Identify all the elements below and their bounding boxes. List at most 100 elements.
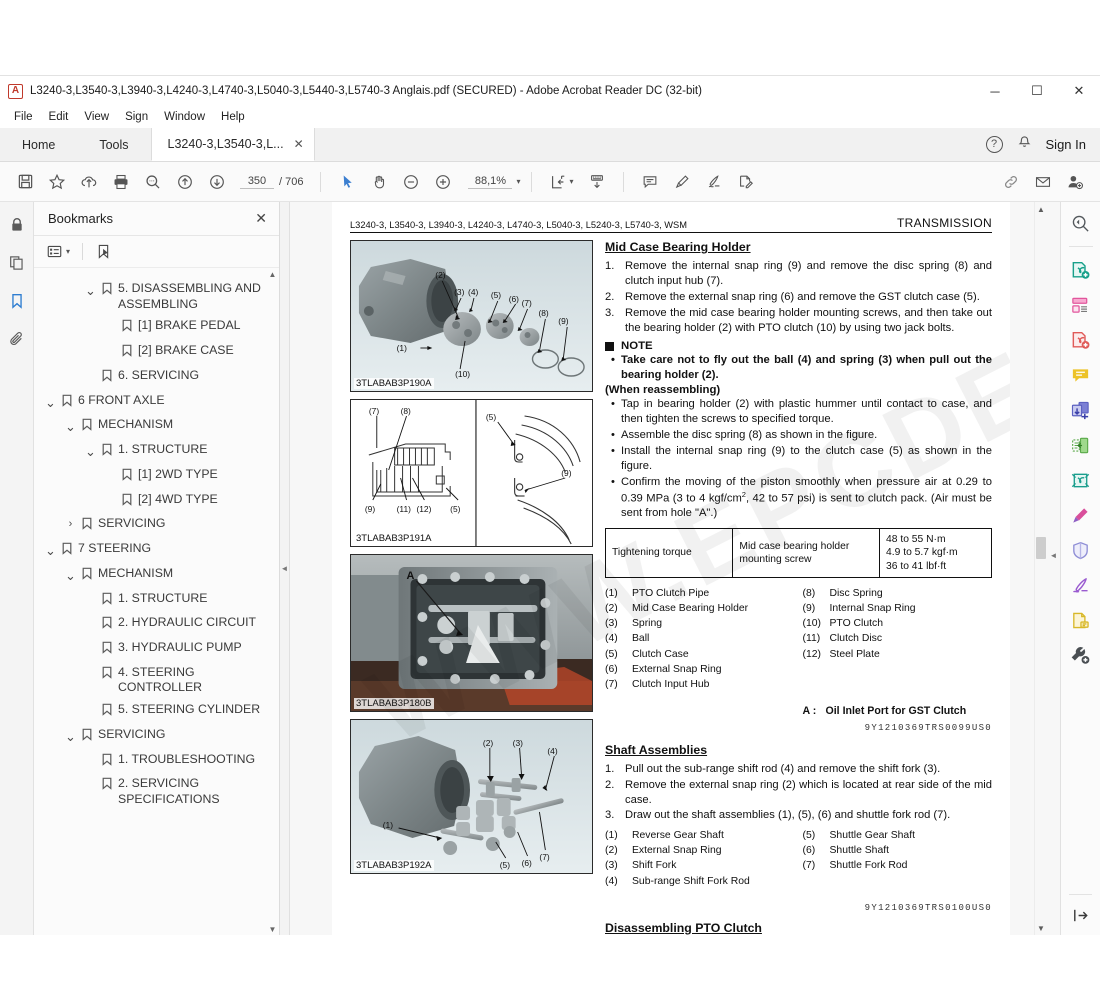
scroll-up-icon[interactable]: ▲ — [1035, 202, 1047, 216]
bookmark-item[interactable]: [2] 4WD TYPE — [34, 489, 279, 514]
page-number-input[interactable]: 350 — [240, 175, 274, 189]
scroll-mode-icon[interactable] — [582, 167, 612, 197]
new-bookmark-icon[interactable] — [95, 243, 112, 260]
chevron-down-icon[interactable]: ⌄ — [84, 442, 97, 458]
compress-pdf-icon[interactable] — [1068, 432, 1094, 458]
bookmark-item[interactable]: [1] 2WD TYPE — [34, 464, 279, 489]
zoom-in-icon[interactable] — [428, 167, 458, 197]
scroll-down-icon[interactable]: ▼ — [267, 923, 278, 935]
comment-tool-icon[interactable] — [1068, 362, 1094, 388]
document-scrollbar[interactable]: ▲ ▼ — [1034, 202, 1047, 935]
maximize-button[interactable]: ☐ — [1016, 76, 1058, 106]
bell-icon[interactable] — [1017, 135, 1032, 155]
minimize-button[interactable]: ─ — [974, 76, 1016, 106]
tab-home[interactable]: Home — [0, 128, 78, 161]
print-icon[interactable] — [106, 167, 136, 197]
bookmark-item[interactable]: 1. TROUBLESHOOTING — [34, 749, 279, 774]
bookmarks-tree[interactable]: ⌄ 5. DISASSEMBLING AND ASSEMBLING [1] BRAK… — [34, 268, 279, 935]
search-icon[interactable] — [138, 167, 168, 197]
chevron-down-icon[interactable]: ⌄ — [64, 417, 77, 433]
chevron-right-icon[interactable]: › — [64, 516, 77, 530]
menu-help[interactable]: Help — [213, 109, 253, 125]
security-lock-icon[interactable] — [6, 214, 28, 236]
prepare-form-icon[interactable] — [1068, 607, 1094, 633]
tab-document[interactable]: L3240-3,L3540-3,L... ✕ — [150, 128, 315, 161]
bookmark-item[interactable]: [2] BRAKE CASE — [34, 340, 279, 365]
zoom-out-icon[interactable] — [396, 167, 426, 197]
document-viewport[interactable]: WWW.EPCDEPO.COM L3240-3, L3540-3, L3940-… — [290, 202, 1060, 935]
chevron-down-icon[interactable]: ▾ — [516, 177, 520, 186]
sign-pen-icon[interactable] — [699, 167, 729, 197]
zoom-control[interactable]: 88,1% ▾ — [468, 175, 520, 189]
create-pdf-icon[interactable] — [1068, 257, 1094, 283]
close-button[interactable]: ✕ — [1058, 76, 1100, 106]
previous-page-icon[interactable] — [170, 167, 200, 197]
attachments-icon[interactable] — [6, 328, 28, 350]
bookmark-item[interactable]: ⌄ 1. STRUCTURE — [34, 439, 279, 464]
star-icon[interactable] — [42, 167, 72, 197]
search-text-icon[interactable] — [1068, 210, 1094, 236]
menu-window[interactable]: Window — [156, 109, 213, 125]
help-icon[interactable]: ? — [985, 136, 1003, 153]
bookmark-item[interactable]: ⌄ MECHANISM — [34, 414, 279, 439]
bookmark-item[interactable]: ⌄ SERVICING — [34, 724, 279, 749]
page-thumbnails-icon[interactable] — [6, 252, 28, 274]
zoom-level-value[interactable]: 88,1% — [468, 175, 513, 189]
chevron-down-icon[interactable]: ⌄ — [64, 727, 77, 743]
menu-edit[interactable]: Edit — [41, 109, 77, 125]
fit-page-chevron-icon[interactable]: ▾ — [569, 177, 573, 186]
more-tools-icon[interactable] — [1068, 642, 1094, 668]
panel-splitter[interactable]: ◄ — [280, 202, 290, 935]
hand-tool-icon[interactable] — [364, 167, 394, 197]
bookmark-item[interactable]: 4. STEERING CONTROLLER — [34, 662, 279, 699]
organize-pages-icon[interactable] — [1068, 397, 1094, 423]
right-panel-collapse-icon[interactable]: ◄ — [1047, 547, 1060, 563]
redact-pdf-icon[interactable] — [1068, 467, 1094, 493]
bookmark-item[interactable]: › SERVICING — [34, 513, 279, 538]
chevron-down-icon[interactable]: ⌄ — [44, 393, 57, 409]
bookmark-item[interactable]: 3. HYDRAULIC PUMP — [34, 637, 279, 662]
highlight-tool-icon[interactable] — [1068, 502, 1094, 528]
protect-shield-icon[interactable] — [1068, 537, 1094, 563]
email-icon[interactable] — [1028, 167, 1058, 197]
bookmark-item[interactable]: 2. HYDRAULIC CIRCUIT — [34, 612, 279, 637]
bookmark-item[interactable]: 1. STRUCTURE — [34, 588, 279, 613]
bookmarks-icon[interactable] — [6, 290, 28, 312]
bookmark-options-icon[interactable]: ▾ — [46, 243, 70, 260]
bookmark-item[interactable]: [1] BRAKE PEDAL — [34, 315, 279, 340]
bookmarks-scrollbar[interactable]: ▲ ▼ — [267, 268, 278, 935]
tab-tools[interactable]: Tools — [77, 128, 151, 161]
add-user-icon[interactable] — [1060, 167, 1090, 197]
chevron-down-icon[interactable]: ⌄ — [84, 281, 97, 297]
scroll-down-icon[interactable]: ▼ — [1035, 921, 1047, 935]
comment-icon[interactable] — [635, 167, 665, 197]
bookmark-item[interactable]: ⌄ 5. DISASSEMBLING AND ASSEMBLING — [34, 278, 279, 315]
bookmark-item[interactable]: ⌄ 7 STEERING — [34, 538, 279, 563]
fill-sign-icon[interactable] — [731, 167, 761, 197]
sign-in-button[interactable]: Sign In — [1046, 137, 1086, 152]
menu-view[interactable]: View — [76, 109, 117, 125]
scrollbar-thumb[interactable] — [1036, 537, 1046, 559]
scroll-up-icon[interactable]: ▲ — [267, 268, 278, 280]
expand-tools-panel-button[interactable] — [1061, 906, 1100, 925]
fill-sign-tool-icon[interactable] — [1068, 572, 1094, 598]
highlight-icon[interactable] — [667, 167, 697, 197]
bookmark-item[interactable]: 6. SERVICING — [34, 365, 279, 390]
upload-cloud-icon[interactable] — [74, 167, 104, 197]
bookmark-item[interactable]: ⌄ MECHANISM — [34, 563, 279, 588]
bookmark-item[interactable]: 2. SERVICING SPECIFICATIONS — [34, 773, 279, 810]
close-icon[interactable]: ✕ — [294, 137, 304, 151]
chevron-down-icon[interactable]: ⌄ — [44, 541, 57, 557]
close-icon[interactable]: ✕ — [255, 210, 267, 227]
combine-files-icon[interactable] — [1068, 292, 1094, 318]
chevron-down-icon[interactable]: ▾ — [66, 247, 70, 256]
menu-sign[interactable]: Sign — [117, 109, 156, 125]
menu-file[interactable]: File — [6, 109, 41, 125]
share-link-icon[interactable] — [996, 167, 1026, 197]
chevron-down-icon[interactable]: ⌄ — [64, 566, 77, 582]
select-cursor-icon[interactable] — [332, 167, 362, 197]
bookmark-item[interactable]: ⌄ 6 FRONT AXLE — [34, 390, 279, 415]
export-pdf-icon[interactable] — [1068, 327, 1094, 353]
next-page-icon[interactable] — [202, 167, 232, 197]
save-icon[interactable] — [10, 167, 40, 197]
